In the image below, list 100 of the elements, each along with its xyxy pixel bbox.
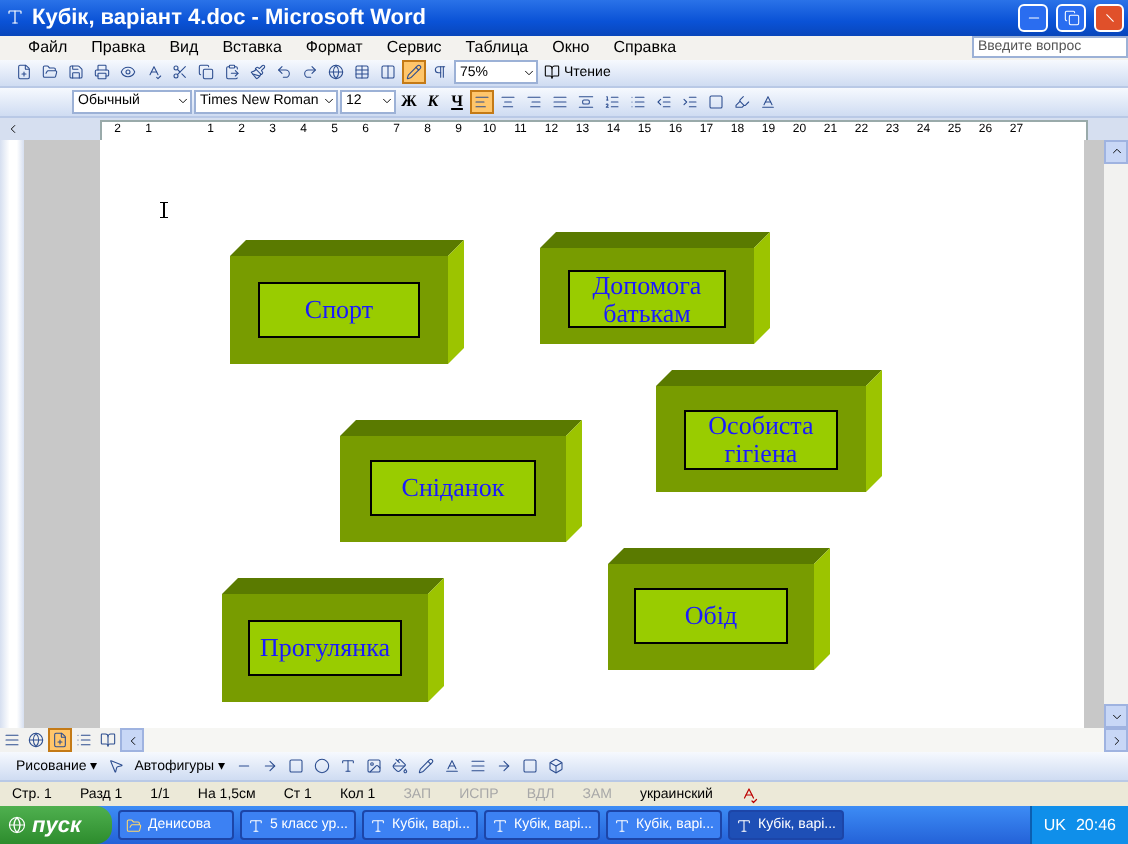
align-center-icon [500,93,516,110]
picture-icon [365,758,382,775]
line-style-icon [469,758,486,775]
rectangle-icon [287,758,304,775]
cut-button[interactable] [168,60,192,85]
text-cursor-icon [160,201,168,218]
drawing-icon [406,64,422,81]
menu-item[interactable]: Формат [293,38,375,57]
border-icon [708,93,724,110]
scroll-up-icon [1109,144,1123,159]
text-box-icon [339,758,356,775]
arrow-style-icon [495,758,512,775]
columns-icon [380,64,396,81]
bullets-icon [630,93,646,110]
bold-button[interactable]: Ж [398,92,420,111]
restore-button[interactable] [1056,3,1086,32]
spelling-icon [146,64,162,81]
paste-icon [224,64,240,81]
align-left-icon [474,93,490,110]
cube-label: Сніданок [369,460,537,516]
print-button[interactable] [90,60,114,85]
decrease-indent-icon [656,93,672,110]
caret-icon [176,94,190,109]
horizontal-scrollbar[interactable] [144,728,1104,753]
pointer-button[interactable] [104,754,129,779]
undo-icon [276,64,292,81]
window-title: Кубік, варіант 4.doc - Microsoft Word [32,5,428,30]
restore-icon [1063,9,1079,26]
align-right-icon [526,93,542,110]
menu-item[interactable]: Вид [157,38,211,57]
cube-label: Особиста гігіена [683,410,839,470]
oval-icon [313,758,330,775]
copy-icon [198,64,214,81]
caret-icon [322,94,336,109]
border-button[interactable] [704,89,728,114]
save-button[interactable] [64,60,88,85]
arrow-icon [261,758,278,775]
web-view-button[interactable] [24,728,48,753]
3d-button[interactable] [543,754,568,779]
paragraph-marks-icon [432,64,448,81]
table-icon [354,64,370,81]
close-button[interactable] [1094,3,1124,32]
new-document-icon [16,64,32,81]
menu-item[interactable]: Окно [540,38,602,57]
cube-label: Допомога батькам [567,270,727,329]
fill-color-button[interactable] [387,754,412,779]
vertical-scrollbar[interactable] [1104,139,1128,729]
font-color-icon [443,758,460,775]
hyperlink-icon [328,64,344,81]
cube-label: Спорт [258,281,420,338]
folder-icon [42,64,58,81]
3d-icon [547,758,564,775]
drawing-button[interactable] [402,60,426,85]
book-icon [544,64,560,81]
clock: 20:46 [1075,816,1116,834]
picture-button[interactable] [361,754,386,779]
fill-color-icon [391,758,408,775]
scroll-down-icon [1109,709,1123,724]
underline-button[interactable]: Ч [446,92,468,111]
web-view-icon [28,732,44,749]
folder-icon [126,817,142,833]
menu-item[interactable]: Таблица [453,38,541,57]
table-button[interactable] [350,60,374,85]
menu-item[interactable]: Справка [601,38,689,57]
scroll-left-icon [125,733,139,748]
cube-label: Прогулянка [248,619,402,676]
columns-button[interactable] [376,60,400,85]
new-document-button[interactable] [12,60,36,85]
format-painter-icon [250,64,266,81]
menu-item[interactable]: Вставка [210,38,294,57]
font-color-icon [760,93,776,110]
print-layout-button[interactable] [48,728,72,753]
numbering-icon [604,93,620,110]
normal-view-icon [4,732,20,749]
copy-button[interactable] [194,60,218,85]
format-painter-button[interactable] [246,60,270,85]
italic-button[interactable]: К [422,92,444,111]
cut-icon [172,64,188,81]
line-color-button[interactable] [413,754,438,779]
redo-icon [302,64,318,81]
pointer-icon [108,758,125,775]
line-color-icon [417,758,434,775]
hyperlink-button[interactable] [324,60,348,85]
preview-icon [120,64,136,81]
rectangle-button[interactable] [283,754,308,779]
menu-item[interactable]: Файл [16,38,80,57]
oval-button[interactable] [309,754,334,779]
minimize-button[interactable] [1018,3,1048,32]
menu-item[interactable]: Правка [79,38,158,57]
align-left-button[interactable] [470,89,494,114]
spelling-status-icon [740,785,759,804]
paste-button[interactable] [220,60,244,85]
save-icon [68,64,84,81]
justify-icon [552,93,568,110]
menu-item[interactable]: Сервис [374,38,454,57]
caret-icon [522,65,536,80]
reading-view-icon [100,732,116,749]
tab-stop-icon [5,121,19,136]
print-layout-icon [52,732,68,749]
highlight-icon [734,93,750,110]
